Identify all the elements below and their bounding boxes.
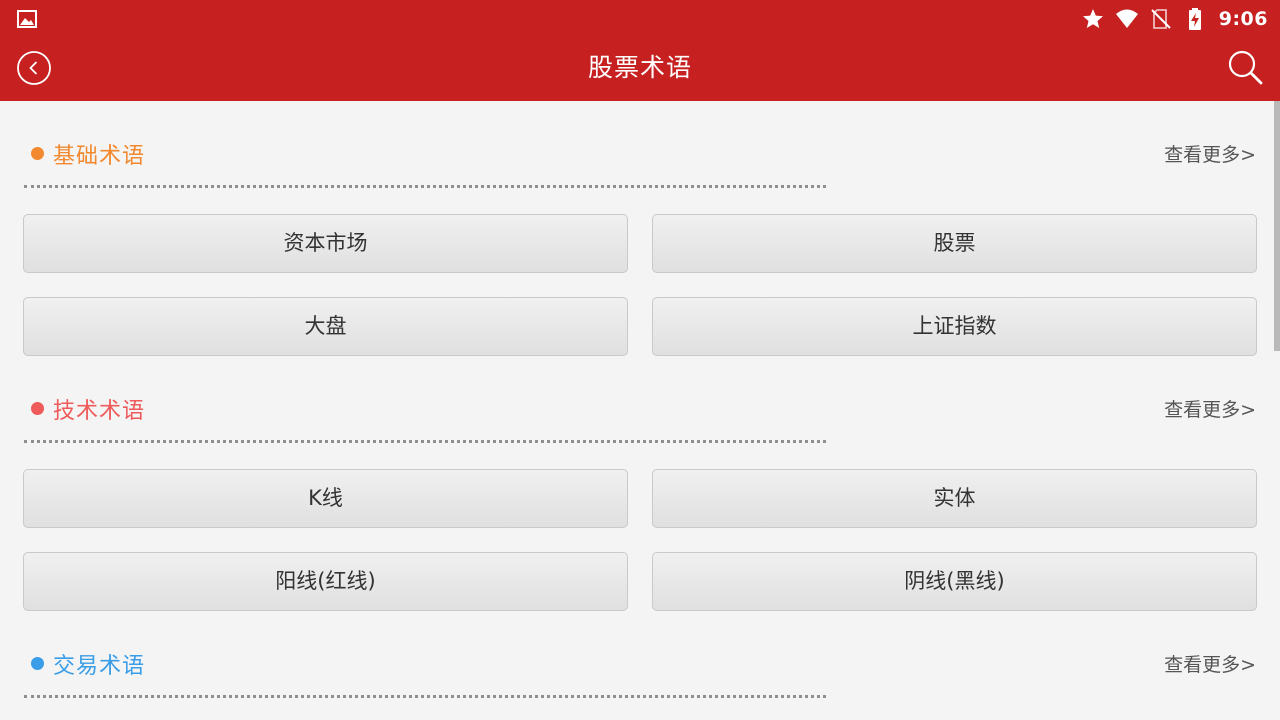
page-title: 股票术语 <box>587 53 692 82</box>
term-button[interactable]: 实体 <box>652 469 1257 528</box>
dotted-divider <box>24 695 826 698</box>
section-title: 技术术语 <box>53 399 146 424</box>
view-more-link[interactable]: 查看更多> <box>1164 140 1256 167</box>
term-button[interactable]: 资本市场 <box>23 214 628 273</box>
image-icon <box>17 10 37 28</box>
bullet-dot-icon <box>31 402 44 415</box>
view-more-link[interactable]: 查看更多> <box>1164 395 1256 422</box>
dotted-divider <box>24 440 826 443</box>
term-button[interactable]: 阳线(红线) <box>23 552 628 611</box>
term-button[interactable]: 大盘 <box>23 297 628 356</box>
status-icons: 9:06 <box>1081 6 1268 32</box>
section-title: 基础术语 <box>53 144 146 169</box>
section-header: 基础术语 查看更多> <box>0 128 1280 178</box>
term-button[interactable]: 上证指数 <box>652 297 1257 356</box>
bullet-dot-icon <box>31 147 44 160</box>
star-icon <box>1082 9 1103 28</box>
section-header: 交易术语 查看更多> <box>0 638 1280 688</box>
app-bar: 股票术语 <box>0 38 1280 101</box>
term-button[interactable]: K线 <box>23 469 628 528</box>
no-sim-icon <box>1151 9 1171 29</box>
term-button[interactable]: 阴线(黑线) <box>652 552 1257 611</box>
section-header: 技术术语 查看更多> <box>0 383 1280 433</box>
view-more-link[interactable]: 查看更多> <box>1164 650 1256 677</box>
bullet-dot-icon <box>31 657 44 670</box>
wifi-icon <box>1115 9 1138 28</box>
term-button[interactable]: 股票 <box>652 214 1257 273</box>
dotted-divider <box>24 185 826 188</box>
search-button[interactable] <box>1226 48 1266 88</box>
status-time: 9:06 <box>1218 8 1268 30</box>
section-title: 交易术语 <box>53 654 146 679</box>
battery-charging-icon <box>1188 8 1201 30</box>
status-bar: 9:06 <box>0 0 1280 38</box>
